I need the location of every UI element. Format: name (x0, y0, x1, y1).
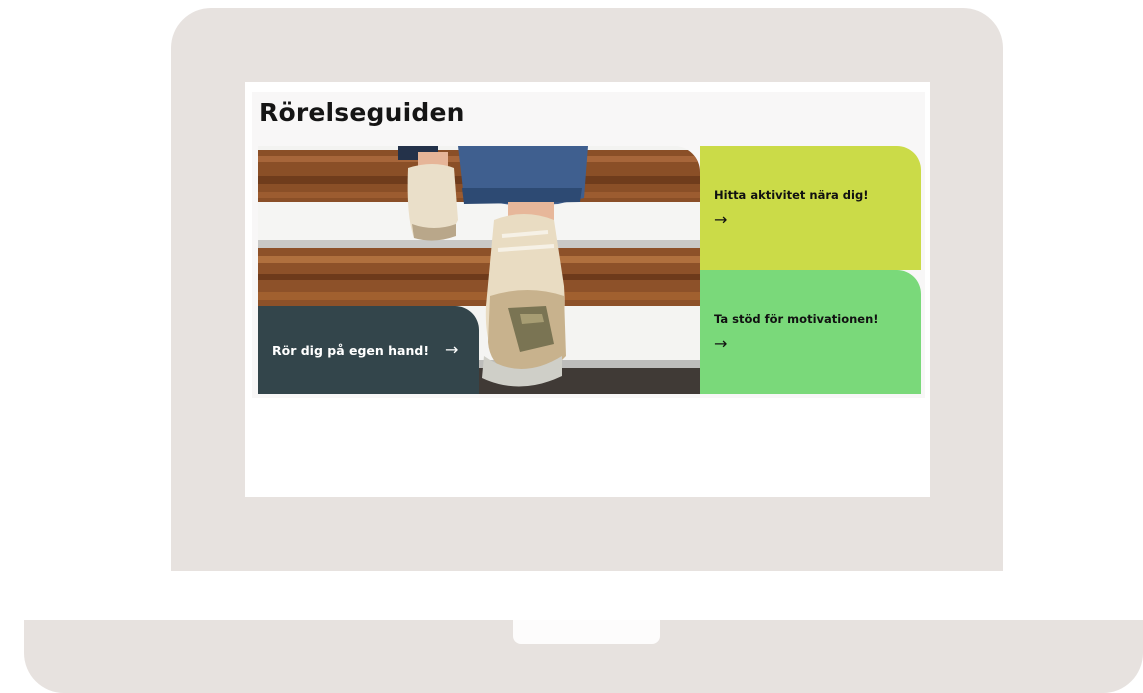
laptop-notch (513, 620, 660, 644)
arrow-right-icon: → (714, 210, 728, 229)
arrow-right-icon: → (445, 340, 459, 359)
tile-label: Hitta aktivitet nära dig! (714, 188, 869, 202)
tile-on-your-own[interactable]: Rör dig på egen hand! → (258, 306, 479, 394)
tile-find-activity[interactable]: Hitta aktivitet nära dig! → (700, 146, 921, 270)
page-title: Rörelseguiden (259, 98, 465, 127)
laptop-screen: Rörelseguiden Rör dig på egen hand! → Hi… (245, 82, 930, 497)
page-content: Rörelseguiden Rör dig på egen hand! → Hi… (252, 92, 925, 398)
arrow-right-icon: → (714, 334, 728, 353)
tile-label: Rör dig på egen hand! (272, 342, 430, 358)
tile-motivation-support[interactable]: Ta stöd för motivationen! → (700, 270, 921, 394)
tile-label: Ta stöd för motivationen! (714, 312, 879, 326)
